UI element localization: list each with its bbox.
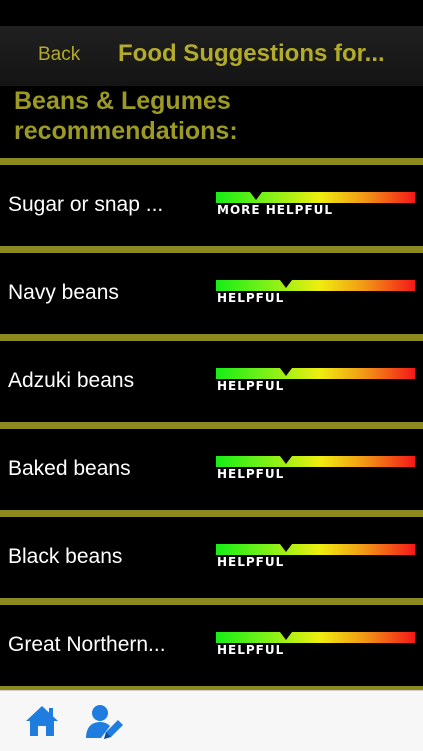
helpfulness-meter: MORE HELPFUL bbox=[216, 192, 416, 218]
meter-marker bbox=[279, 456, 292, 464]
food-name: Baked beans bbox=[8, 457, 131, 480]
meter-marker bbox=[279, 368, 292, 376]
food-name: Adzuki beans bbox=[8, 369, 135, 392]
status-bar bbox=[0, 0, 423, 26]
page-title: Food Suggestions for... bbox=[118, 40, 385, 67]
meter-marker bbox=[249, 192, 262, 200]
rating-label: HELPFUL bbox=[217, 555, 285, 569]
list-item[interactable]: Sugar or snap ... MORE HELPFUL bbox=[0, 165, 423, 246]
rating-label: HELPFUL bbox=[217, 467, 285, 481]
tab-bar bbox=[0, 690, 423, 751]
helpfulness-meter: HELPFUL bbox=[216, 456, 416, 482]
food-name: Navy beans bbox=[8, 281, 119, 304]
section-heading: Beans & Legumes recommendations: bbox=[14, 86, 414, 146]
divider bbox=[0, 598, 423, 605]
divider bbox=[0, 158, 423, 165]
profile-edit-tab[interactable] bbox=[83, 701, 123, 741]
home-tab[interactable] bbox=[22, 701, 62, 741]
list-item[interactable]: Great Northern... HELPFUL bbox=[0, 605, 423, 686]
meter-gradient-bar bbox=[216, 456, 415, 467]
meter-gradient-bar bbox=[216, 632, 415, 643]
food-name: Sugar or snap ... bbox=[8, 193, 164, 216]
edit-profile-icon bbox=[86, 705, 123, 739]
list-item[interactable]: Navy beans HELPFUL bbox=[0, 253, 423, 334]
helpfulness-meter: HELPFUL bbox=[216, 544, 416, 570]
divider bbox=[0, 334, 423, 341]
home-icon bbox=[26, 706, 58, 736]
food-list: Sugar or snap ... MORE HELPFUL Navy bean… bbox=[0, 158, 423, 693]
food-name: Black beans bbox=[8, 545, 123, 568]
section-heading-line-1: Beans & Legumes bbox=[14, 87, 231, 115]
back-button[interactable]: Back bbox=[38, 44, 80, 66]
rating-label: HELPFUL bbox=[217, 291, 285, 305]
helpfulness-meter: HELPFUL bbox=[216, 368, 416, 394]
helpfulness-meter: HELPFUL bbox=[216, 280, 416, 306]
list-item[interactable]: Black beans HELPFUL bbox=[0, 517, 423, 598]
meter-gradient-bar bbox=[216, 544, 415, 555]
meter-gradient-bar bbox=[216, 192, 415, 203]
section-heading-line-2: recommendations: bbox=[14, 117, 238, 145]
meter-gradient-bar bbox=[216, 368, 415, 379]
meter-marker bbox=[279, 632, 292, 640]
food-name: Great Northern... bbox=[8, 633, 166, 656]
helpfulness-meter: HELPFUL bbox=[216, 632, 416, 658]
divider bbox=[0, 422, 423, 429]
rating-label: HELPFUL bbox=[217, 379, 285, 393]
list-item[interactable]: Adzuki beans HELPFUL bbox=[0, 341, 423, 422]
list-item[interactable]: Baked beans HELPFUL bbox=[0, 429, 423, 510]
divider bbox=[0, 246, 423, 253]
divider bbox=[0, 510, 423, 517]
rating-label: MORE HELPFUL bbox=[217, 203, 334, 217]
meter-marker bbox=[279, 280, 292, 288]
meter-marker bbox=[279, 544, 292, 552]
meter-gradient-bar bbox=[216, 280, 415, 291]
rating-label: HELPFUL bbox=[217, 643, 285, 657]
navigation-bar: Back Food Suggestions for... bbox=[0, 26, 423, 86]
